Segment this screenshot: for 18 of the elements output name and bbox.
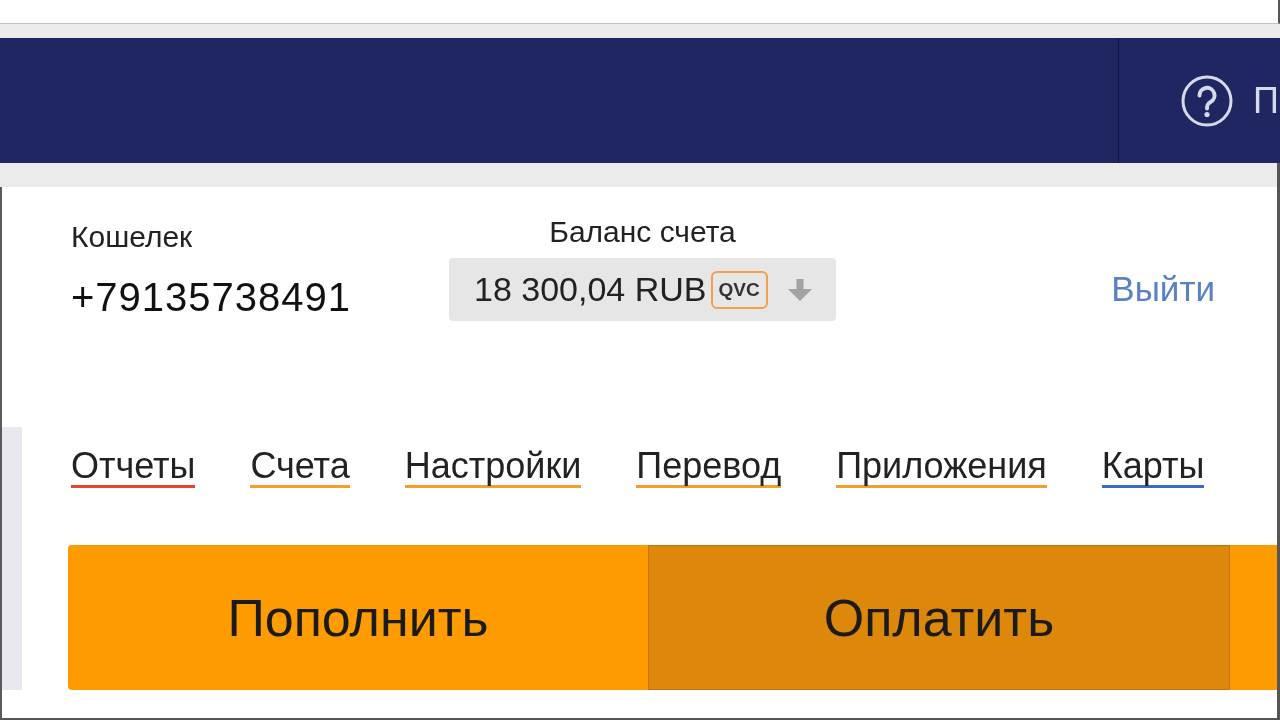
action-button[interactable]: Пополнить [68,545,648,690]
action-button[interactable]: Оплатить [648,545,1230,690]
wallet-number: +79135738491 [71,274,352,321]
action-button[interactable] [1230,545,1277,690]
nav-link[interactable]: Отчеты [71,447,196,488]
balance-label: Баланс счета [549,214,736,250]
logout-link[interactable]: Выйти [1111,269,1215,309]
balance-dropdown[interactable]: 18 300,04 RUB QVC [449,258,836,321]
help-link[interactable]: П [1181,74,1279,127]
nav-link[interactable]: Приложения [836,447,1047,488]
nav-link[interactable]: Счета [250,447,350,488]
wallet-label: Кошелек [71,219,193,255]
nav-link[interactable]: Настройки [404,447,582,488]
down-arrow-icon [788,278,812,301]
card-badge: QVC [710,270,768,309]
nav-link[interactable]: Карты [1101,447,1205,488]
help-icon [1181,74,1233,127]
nav-link[interactable]: Перевод [636,447,782,488]
